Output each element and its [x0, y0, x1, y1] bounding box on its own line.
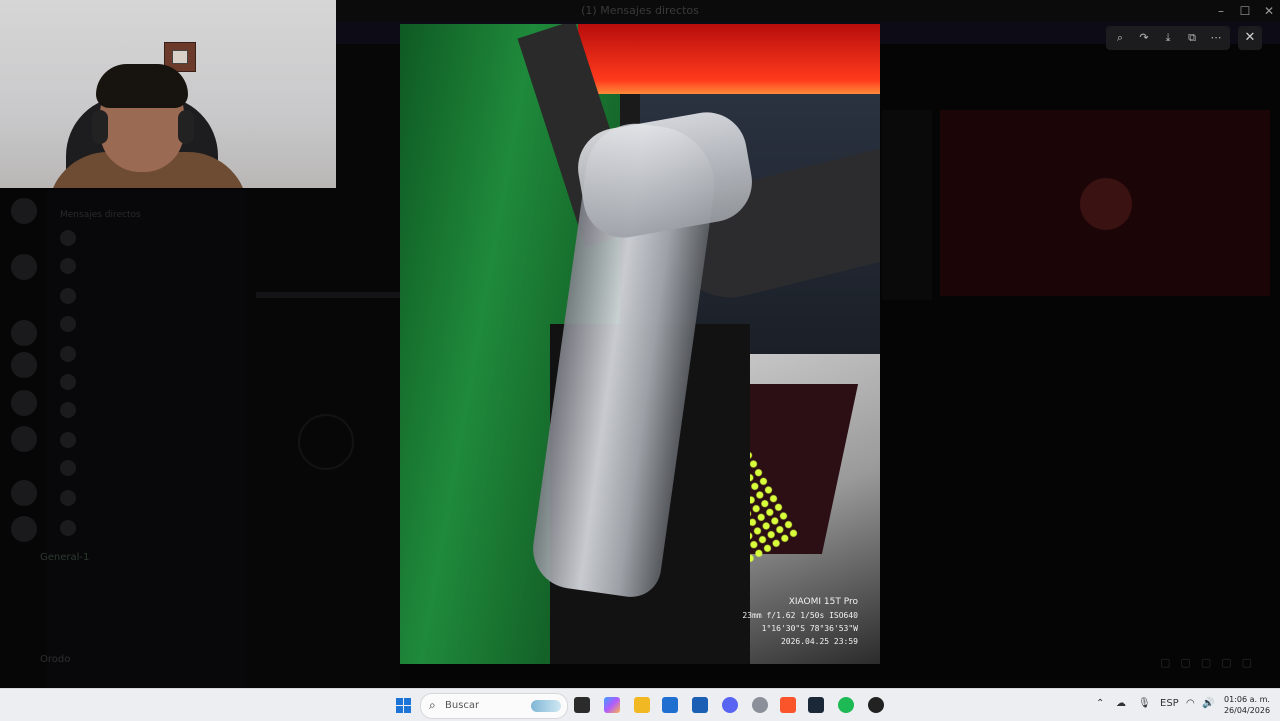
- dm-item[interactable]: [60, 402, 84, 420]
- store-icon[interactable]: [662, 697, 678, 713]
- taskbar: ⌕ Buscar ⌃ ☁ 🎙 ESP ◠ 🔊 01:06 a. m. 26/04…: [0, 688, 1280, 721]
- microphone-icon[interactable]: 🎙: [1138, 698, 1151, 709]
- system-clock[interactable]: 01:06 a. m. 26/04/2026: [1222, 694, 1272, 716]
- server-icon[interactable]: [11, 320, 37, 346]
- server-icon[interactable]: [11, 254, 37, 280]
- server-icon[interactable]: [11, 516, 37, 542]
- download-icon[interactable]: ⤓: [1156, 26, 1180, 50]
- avatar: [60, 230, 76, 246]
- server-icon[interactable]: [11, 480, 37, 506]
- avatar: [60, 374, 76, 390]
- copilot-icon[interactable]: [604, 697, 620, 713]
- language-indicator[interactable]: ESP: [1160, 698, 1179, 709]
- brave-icon[interactable]: [780, 697, 796, 713]
- steam-icon[interactable]: [808, 697, 824, 713]
- avatar: [60, 346, 76, 362]
- dm-item[interactable]: [60, 316, 84, 334]
- task-view-icon[interactable]: [574, 697, 590, 713]
- headphone-icon: [92, 110, 108, 144]
- avatar: [60, 490, 76, 506]
- webcam-overlay: [0, 0, 336, 188]
- dm-item[interactable]: [60, 258, 84, 276]
- search-placeholder: Buscar: [445, 700, 480, 711]
- avatar: [60, 402, 76, 418]
- dm-item[interactable]: [60, 490, 84, 508]
- windows-start-icon[interactable]: [396, 698, 412, 714]
- close-icon[interactable]: ✕: [1238, 26, 1262, 50]
- photo-view[interactable]: XIAOMI 15T Pro 23mm f/1.62 1/50s ISO640 …: [400, 24, 880, 664]
- avatar: [60, 520, 76, 536]
- minimize-icon[interactable]: –: [1210, 2, 1232, 20]
- dm-sidebar: Mensajes directos: [46, 190, 246, 690]
- dm-item[interactable]: [60, 230, 84, 248]
- wifi-icon[interactable]: ◠: [1186, 698, 1195, 709]
- gps-info: 1°16'30"S 78°36'53"W: [761, 624, 858, 633]
- server-icon[interactable]: [11, 198, 37, 224]
- open-external-icon[interactable]: ⧉: [1180, 26, 1204, 50]
- avatar: [60, 460, 76, 476]
- dm-item[interactable]: [60, 460, 84, 478]
- photo-datetime: 2026.04.25 23:59: [780, 637, 858, 646]
- discord-icon[interactable]: [722, 697, 738, 713]
- server-icon[interactable]: [11, 352, 37, 378]
- avatar: [60, 258, 76, 274]
- dm-item[interactable]: [60, 346, 84, 364]
- divider: [256, 292, 400, 298]
- camera-brand: XIAOMI 15T Pro: [788, 597, 858, 607]
- dm-item[interactable]: [60, 374, 84, 392]
- cloud-icon[interactable]: ☁: [1116, 698, 1126, 709]
- voice-tile: [882, 110, 932, 300]
- search-highlight-icon: [531, 700, 561, 712]
- forward-icon[interactable]: ↷: [1132, 26, 1156, 50]
- voice-controls[interactable]: ▢▢▢▢▢: [1160, 656, 1262, 669]
- avatar: [60, 316, 76, 332]
- red-led-light: [578, 24, 880, 94]
- server-icon[interactable]: [11, 426, 37, 452]
- viewer-toolbar: ⌕ ↷ ⤓ ⧉ ⋯: [1106, 26, 1230, 50]
- avatar: [60, 432, 76, 448]
- settings-icon[interactable]: [752, 697, 768, 713]
- volume-icon[interactable]: 🔊: [1202, 698, 1214, 709]
- recording-app-icon[interactable]: [868, 697, 884, 713]
- person-hair: [96, 64, 188, 108]
- file-explorer-icon[interactable]: [634, 697, 650, 713]
- dm-item[interactable]: [60, 288, 84, 306]
- taskbar-search[interactable]: ⌕ Buscar: [420, 693, 568, 719]
- exif-info: 23mm f/1.62 1/50s ISO640: [742, 611, 858, 620]
- chevron-up-icon[interactable]: ⌃: [1096, 698, 1104, 709]
- avatar: [60, 288, 76, 304]
- search-icon: ⌕: [429, 698, 436, 712]
- dm-item[interactable]: [60, 432, 84, 450]
- server-list: [0, 190, 46, 690]
- maximize-icon[interactable]: ☐: [1234, 2, 1256, 20]
- clock-time: 01:06 a. m.: [1224, 695, 1270, 704]
- voice-channel-name: General-1: [40, 552, 90, 563]
- server-icon[interactable]: [11, 390, 37, 416]
- window-close-icon[interactable]: ✕: [1258, 2, 1280, 20]
- photo-watermark: XIAOMI 15T Pro 23mm f/1.62 1/50s ISO640 …: [742, 596, 858, 648]
- status-ring: [298, 414, 354, 470]
- dm-item[interactable]: [60, 520, 84, 538]
- zoom-in-icon[interactable]: ⌕: [1108, 26, 1132, 50]
- dm-section-label: Mensajes directos: [60, 210, 141, 220]
- clock-date: 26/04/2026: [1223, 706, 1271, 715]
- spotify-icon[interactable]: [838, 697, 854, 713]
- more-icon[interactable]: ⋯: [1204, 26, 1228, 50]
- headphone-icon: [178, 110, 194, 144]
- outlook-icon[interactable]: [692, 697, 708, 713]
- voice-tile-active[interactable]: [940, 110, 1270, 296]
- avatar: [1080, 178, 1132, 230]
- user-name: Orodo: [40, 654, 71, 665]
